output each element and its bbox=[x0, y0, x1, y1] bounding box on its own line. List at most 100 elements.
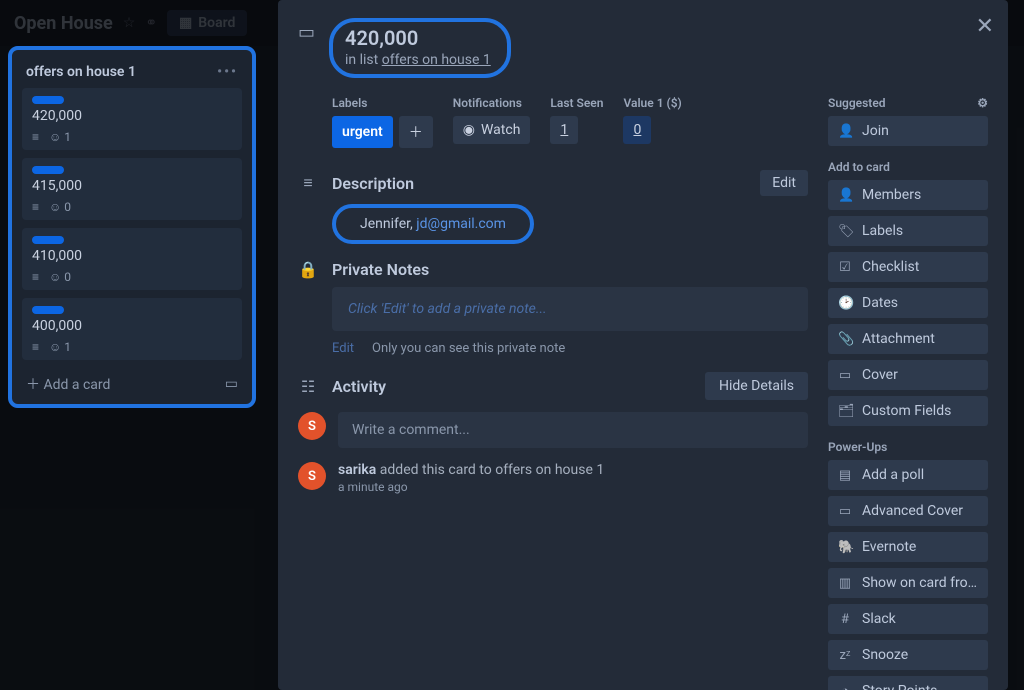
list-container: offers on house 1 ••• 420,000 ≡ ☺1 415,0… bbox=[8, 46, 256, 408]
story-points-button[interactable]: ◔Story Points bbox=[828, 676, 988, 690]
card-icon: ▥ bbox=[838, 576, 852, 591]
reaction-icon: ☺ bbox=[49, 200, 61, 214]
user-icon: 👤 bbox=[838, 188, 852, 203]
activity-header: Activity bbox=[332, 377, 691, 396]
fields-icon: 🗂 bbox=[838, 404, 852, 419]
avatar[interactable]: S bbox=[298, 462, 326, 490]
card-title: 410,000 bbox=[32, 248, 232, 264]
reaction-icon: ☺ bbox=[49, 270, 61, 284]
add-label-button[interactable]: ＋ bbox=[399, 116, 433, 148]
reaction-count: 1 bbox=[64, 130, 71, 144]
modal-overlay: offers on house 1 ••• 420,000 ≡ ☺1 415,0… bbox=[0, 0, 1024, 690]
lastseen-value[interactable]: 1 bbox=[550, 116, 578, 144]
slack-button[interactable]: #Slack bbox=[828, 604, 988, 634]
addtocard-header: Add to card bbox=[828, 160, 988, 174]
lock-icon: 🔒 bbox=[298, 260, 318, 279]
activity-icon: ☷ bbox=[298, 377, 318, 396]
cover-button[interactable]: ▭Cover bbox=[828, 360, 988, 390]
checklist-button[interactable]: ☑Checklist bbox=[828, 252, 988, 282]
lastseen-header: Last Seen bbox=[550, 96, 603, 110]
avatar[interactable]: S bbox=[298, 412, 326, 440]
points-icon: ◔ bbox=[838, 683, 852, 690]
card-modal: ✕ ▭ 420,000 in list offers on house 1 La… bbox=[278, 0, 1008, 690]
gear-icon[interactable]: ⚙ bbox=[977, 96, 988, 110]
edit-description-button[interactable]: Edit bbox=[760, 170, 808, 196]
value1-value[interactable]: 0 bbox=[623, 116, 651, 144]
clock-icon: 🕑 bbox=[838, 296, 852, 311]
notifications-header: Notifications bbox=[453, 96, 531, 110]
slack-icon: # bbox=[838, 612, 852, 627]
list-title[interactable]: offers on house 1 bbox=[26, 64, 136, 80]
watch-label: Watch bbox=[481, 122, 520, 138]
description-email[interactable]: jd@gmail.com bbox=[416, 216, 506, 232]
activity-section: ☷ Activity Hide Details S Write a commen… bbox=[298, 372, 808, 494]
reaction-count: 1 bbox=[64, 340, 71, 354]
highlight-title: 420,000 in list offers on house 1 bbox=[329, 18, 511, 78]
snooze-icon: zᶻ bbox=[838, 647, 852, 663]
attachment-button[interactable]: 📎Attachment bbox=[828, 324, 988, 354]
card-badges: ≡ ☺1 bbox=[32, 340, 232, 354]
list-panel: offers on house 1 ••• 420,000 ≡ ☺1 415,0… bbox=[8, 46, 256, 690]
hide-details-button[interactable]: Hide Details bbox=[705, 372, 808, 400]
left-column: Labels urgent ＋ Notifications ◉Watch Las… bbox=[298, 96, 808, 690]
description-icon: ≡ bbox=[32, 340, 39, 354]
card-label-chip bbox=[32, 236, 64, 244]
labels-button[interactable]: 🏷Labels bbox=[828, 216, 988, 246]
clip-icon: 📎 bbox=[838, 332, 852, 347]
list-card[interactable]: 420,000 ≡ ☺1 bbox=[22, 88, 242, 150]
highlight-description[interactable]: Jennifer, jd@gmail.com bbox=[332, 204, 534, 244]
private-note-input[interactable]: Click 'Edit' to add a private note... bbox=[332, 287, 808, 331]
list-card[interactable]: 415,000 ≡ ☺0 bbox=[22, 158, 242, 220]
show-on-card-button[interactable]: ▥Show on card fro… bbox=[828, 568, 988, 598]
card-title[interactable]: 420,000 bbox=[345, 26, 491, 50]
private-notes-section: 🔒 Private Notes Click 'Edit' to add a pr… bbox=[298, 260, 808, 356]
join-button[interactable]: 👤Join bbox=[828, 116, 988, 146]
list-header: offers on house 1 ••• bbox=[22, 60, 242, 88]
list-card[interactable]: 400,000 ≡ ☺1 bbox=[22, 298, 242, 360]
user-icon: 👤 bbox=[838, 124, 852, 139]
right-column: Suggested ⚙ 👤Join Add to card 👤Members 🏷… bbox=[828, 96, 988, 690]
description-text: Jennifer, bbox=[360, 216, 416, 232]
card-subtitle: in list offers on house 1 bbox=[345, 52, 491, 68]
advanced-cover-button[interactable]: ▭Advanced Cover bbox=[828, 496, 988, 526]
evernote-icon: 🐘 bbox=[838, 540, 852, 555]
custom-fields-button[interactable]: 🗂Custom Fields bbox=[828, 396, 988, 426]
private-header: Private Notes bbox=[332, 260, 808, 279]
add-card-button[interactable]: ＋ Add a card ▭ bbox=[22, 368, 242, 394]
value1-header: Value 1 ($) bbox=[623, 96, 681, 110]
description-icon: ≡ bbox=[298, 173, 318, 193]
watch-button[interactable]: ◉ Watch bbox=[453, 116, 531, 144]
dates-button[interactable]: 🕑Dates bbox=[828, 288, 988, 318]
description-section: ≡ Description Edit Jennifer, jd@gmail.co… bbox=[298, 170, 808, 244]
lastseen-block: Last Seen 1 bbox=[550, 96, 603, 148]
list-menu-icon[interactable]: ••• bbox=[217, 64, 238, 80]
snooze-button[interactable]: zᶻSnooze bbox=[828, 640, 988, 670]
reaction-count: 0 bbox=[64, 200, 71, 214]
cover-icon: ▭ bbox=[838, 368, 852, 383]
comment-input[interactable]: Write a comment... bbox=[338, 412, 808, 448]
plus-icon: ＋ bbox=[26, 377, 43, 393]
meta-row: Labels urgent ＋ Notifications ◉Watch Las… bbox=[332, 96, 808, 148]
reaction-icon: ☺ bbox=[49, 130, 61, 144]
notifications-block: Notifications ◉ Watch bbox=[453, 96, 531, 148]
powerups-header: Power-Ups bbox=[828, 440, 988, 454]
evernote-button[interactable]: 🐘Evernote bbox=[828, 532, 988, 562]
activity-time[interactable]: a minute ago bbox=[338, 480, 604, 494]
add-poll-button[interactable]: ▤Add a poll bbox=[828, 460, 988, 490]
activity-user[interactable]: sarika bbox=[338, 462, 376, 478]
card-label-chip bbox=[32, 96, 64, 104]
list-card[interactable]: 410,000 ≡ ☺0 bbox=[22, 228, 242, 290]
close-icon[interactable]: ✕ bbox=[976, 14, 994, 39]
card-label-chip bbox=[32, 166, 64, 174]
eye-icon: ◉ bbox=[463, 122, 475, 138]
in-list-link[interactable]: offers on house 1 bbox=[382, 52, 491, 68]
template-icon[interactable]: ▭ bbox=[225, 376, 238, 392]
members-button[interactable]: 👤Members bbox=[828, 180, 988, 210]
value1-block: Value 1 ($) 0 bbox=[623, 96, 681, 148]
suggested-header: Suggested ⚙ bbox=[828, 96, 988, 110]
tag-icon: 🏷 bbox=[838, 224, 852, 239]
label-urgent[interactable]: urgent bbox=[332, 116, 393, 148]
card-title: 400,000 bbox=[32, 318, 232, 334]
private-edit-link[interactable]: Edit bbox=[332, 341, 354, 356]
check-icon: ☑ bbox=[838, 260, 852, 275]
